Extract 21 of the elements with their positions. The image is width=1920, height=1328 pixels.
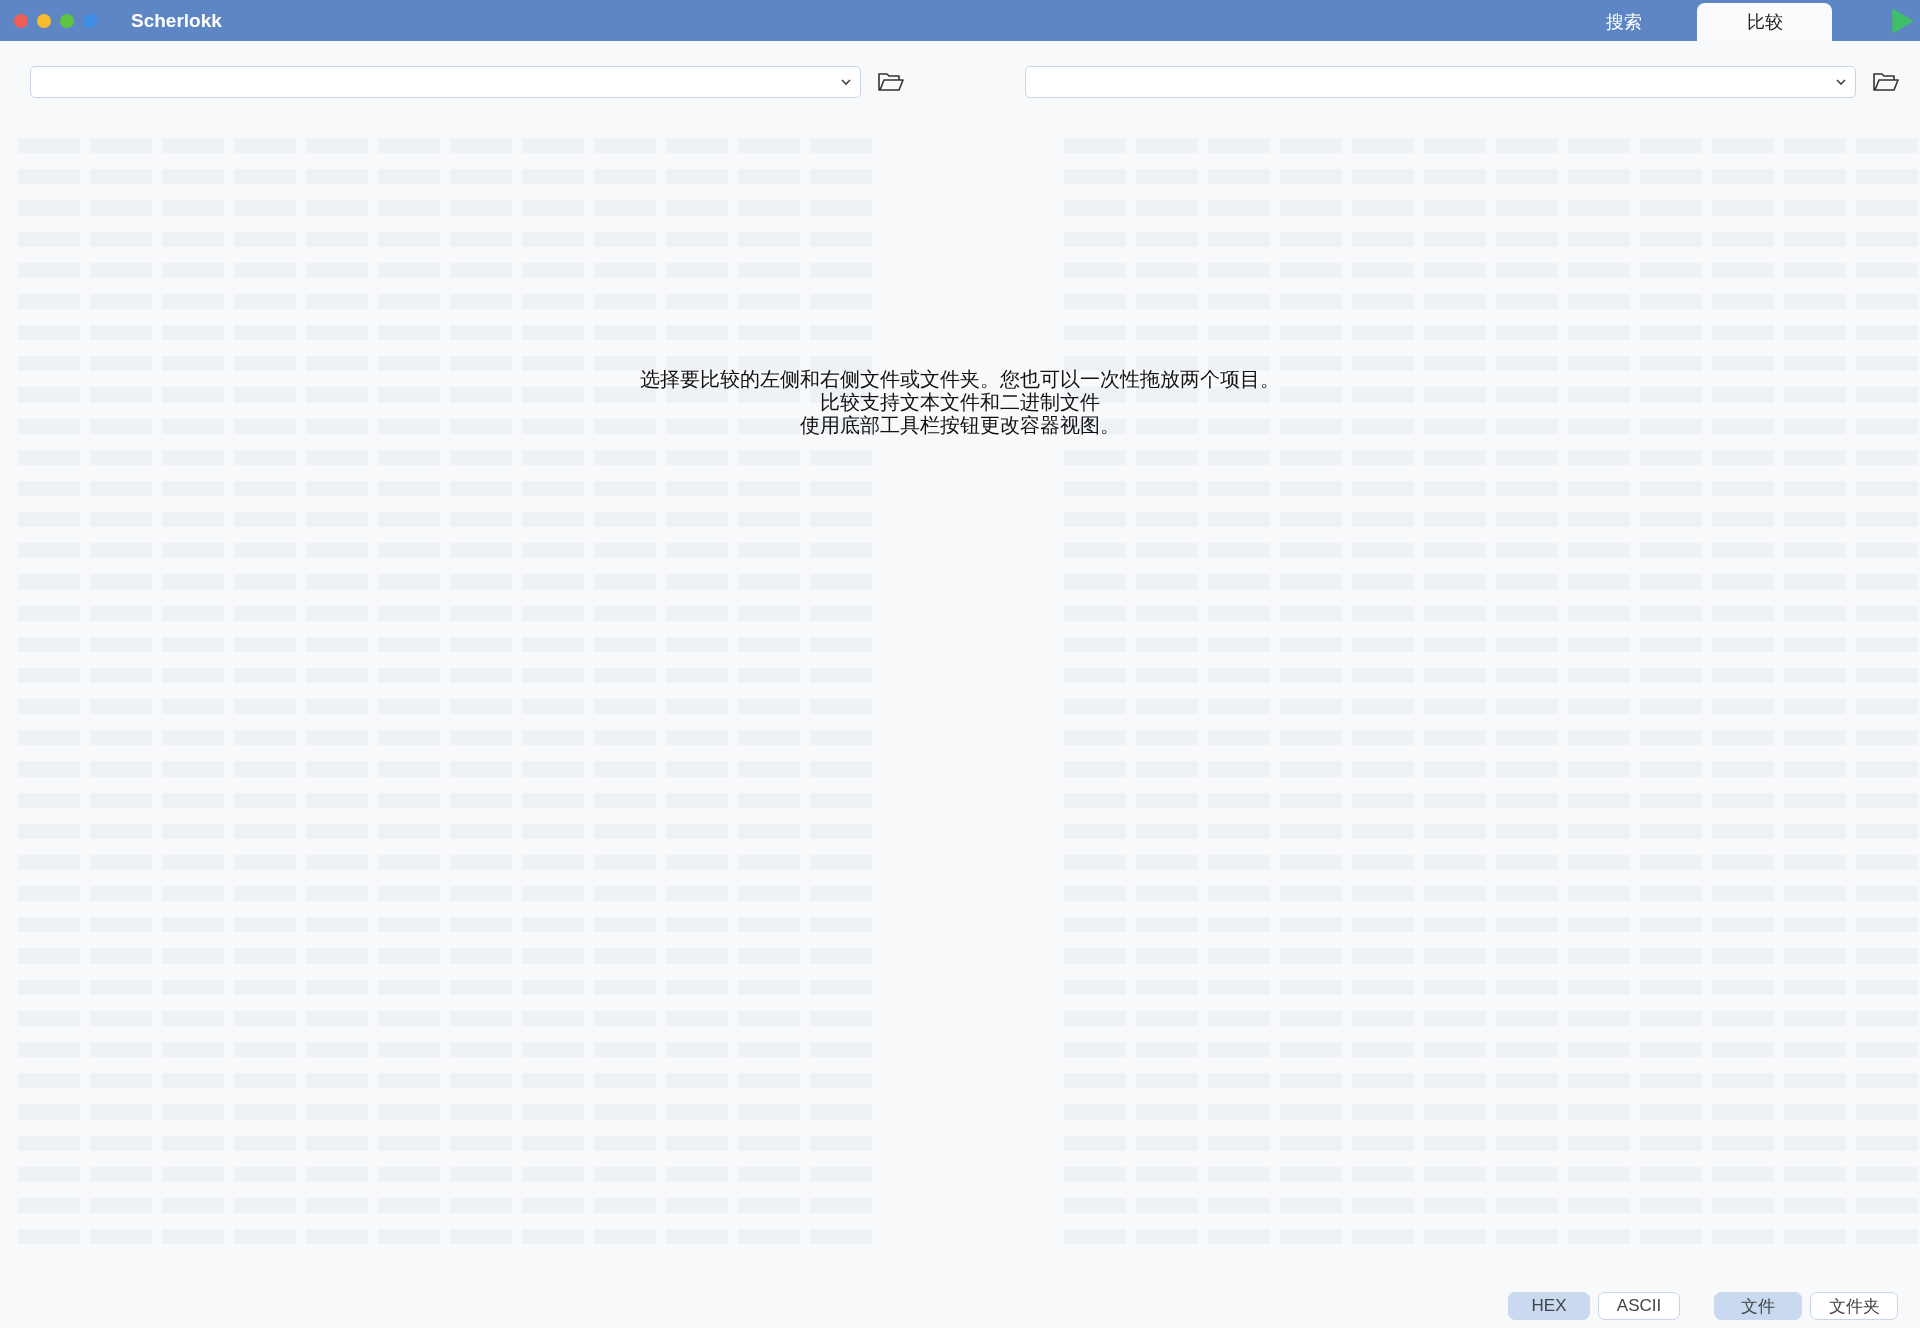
folder-icon[interactable] xyxy=(1872,71,1900,93)
chevron-icon xyxy=(1835,78,1847,86)
minimize-button[interactable] xyxy=(37,13,51,28)
path-dropdown[interactable] xyxy=(30,66,861,98)
path-dropdown[interactable] xyxy=(1025,66,1856,98)
view-mode-button[interactable]: ASCII xyxy=(1598,1292,1680,1320)
zoom-button[interactable] xyxy=(60,13,74,28)
instruction-text: 比较支持文本文件和二进制文件 xyxy=(819,391,1101,414)
container-button[interactable]: 文件夹 xyxy=(1810,1292,1898,1320)
window-dot-icon xyxy=(83,13,97,28)
close-button[interactable] xyxy=(14,13,28,28)
chevron-icon xyxy=(840,78,852,86)
play-icon[interactable] xyxy=(1890,6,1916,36)
container-button[interactable]: 文件 xyxy=(1714,1292,1802,1320)
view-mode-button[interactable]: HEX xyxy=(1508,1292,1590,1320)
tab[interactable]: 搜索 xyxy=(1561,3,1687,41)
instruction-text: 选择要比较的左侧和右侧文件或文件夹。您也可以一次性拖放两个项目。 xyxy=(639,368,1281,391)
window-title: Scherlokk xyxy=(131,9,222,32)
instruction-text: 使用底部工具栏按钮更改容器视图。 xyxy=(799,414,1121,437)
folder-icon[interactable] xyxy=(877,71,905,93)
tab[interactable]: 比较 xyxy=(1697,3,1832,41)
